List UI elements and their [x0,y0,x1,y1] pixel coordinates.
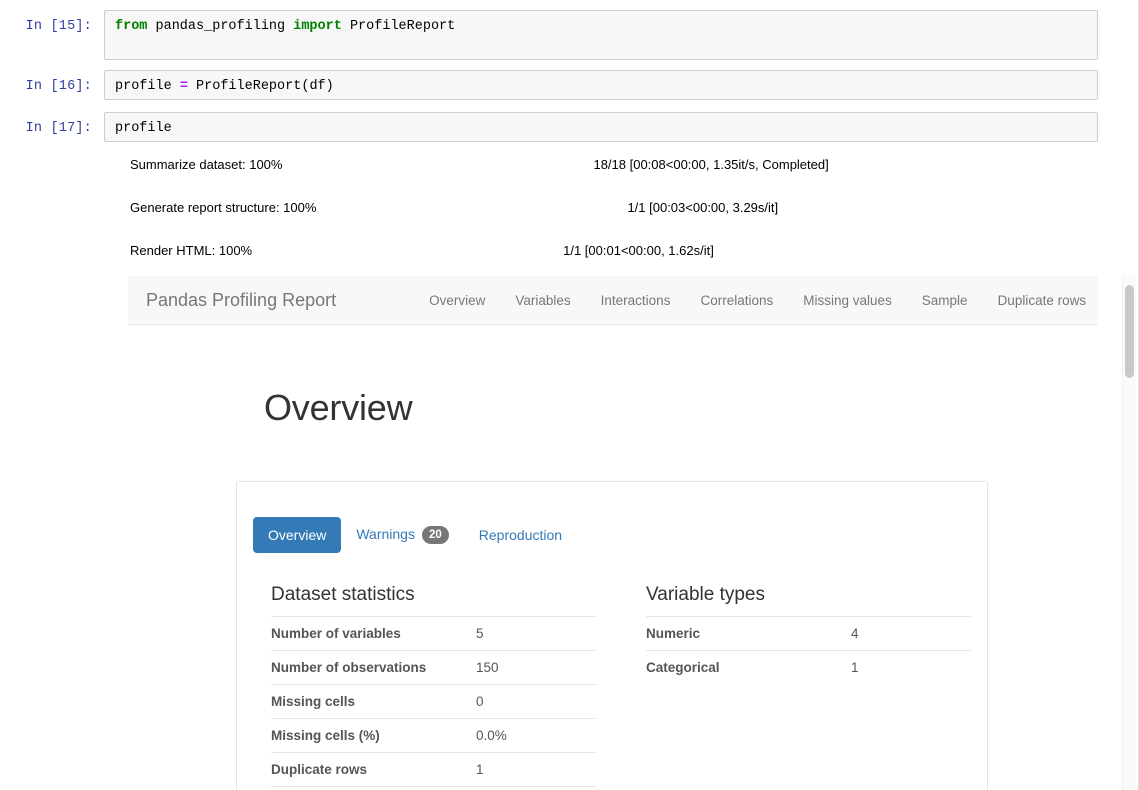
progress-stats-summarize-dataset: 18/18 [00:08<00:00, 1.35it/s, Completed] [593,156,829,172]
progress-row-generate-report-structure: Generate report structure: 100% 1/1 [00:… [130,197,778,217]
code-variable-profile: profile [115,79,180,94]
variable-types-panel: Variable types Numeric 4 Categorical 1 [612,572,987,790]
code-module-name: pandas_profiling [147,19,294,34]
stat-value: 1 [476,762,484,778]
code-call-profilereport: ProfileReport(df) [187,79,334,94]
tab-reproduction-label: Reproduction [478,527,563,544]
report-scrollbar-track[interactable] [1122,276,1136,790]
dataset-statistics-title: Dataset statistics [271,584,415,606]
progress-label-summarize-dataset: Summarize dataset: 100% [130,156,283,172]
table-row: Number of observations 150 [271,650,596,685]
code-editor-16[interactable]: profile = ProfileReport(df) [104,70,1098,100]
notebook-cell-16: In [16]: profile = ProfileReport(df) [0,70,1098,100]
progress-track-generate-report-structure [322,197,621,217]
notebook-cell-15: In [15]: from pandas_profiling import Pr… [0,10,1098,60]
tab-warnings[interactable]: Warnings 20 [341,516,463,554]
nav-link-missing-values[interactable]: Missing values [788,293,907,308]
report-scrollbar-thumb[interactable] [1125,285,1134,378]
table-row: Categorical 1 [646,650,971,685]
code-imported-name: ProfileReport [341,19,456,34]
progress-track-render-html [258,240,557,260]
page-title: Overview [264,387,413,428]
table-row: Missing cells 0 [271,684,596,719]
cell-prompt-17: In [17]: [25,121,92,136]
progress-row-summarize-dataset: Summarize dataset: 100% 18/18 [00:08<00:… [130,154,829,174]
progress-stats-generate-report-structure: 1/1 [00:03<00:00, 3.29s/it] [627,199,779,215]
progress-track-summarize-dataset [288,154,587,174]
code-editor-17[interactable]: profile [104,112,1098,142]
vartype-key: Categorical [646,660,720,676]
notebook-page: In [15]: from pandas_profiling import Pr… [0,0,1139,790]
nav-link-variables[interactable]: Variables [500,293,585,308]
table-row: Duplicate rows 1 [271,752,596,787]
code-editor-15[interactable]: from pandas_profiling import ProfileRepo… [104,10,1098,60]
nav-link-interactions[interactable]: Interactions [586,293,686,308]
stat-value: 150 [476,660,499,676]
nav-link-duplicate-rows[interactable]: Duplicate rows [983,293,1098,308]
report-navbar: Pandas Profiling Report Overview Variabl… [128,276,1098,325]
dataset-statistics-panel: Dataset statistics Number of variables 5… [237,572,612,790]
code-keyword-import: import [293,19,342,34]
nav-link-sample[interactable]: Sample [907,293,983,308]
stat-value: 0.0% [476,728,507,744]
overview-tablist: Overview Warnings 20 Reproduction [237,516,987,554]
variable-types-title: Variable types [646,584,765,606]
progress-label-generate-report-structure: Generate report structure: 100% [130,199,317,215]
table-row: Numeric 4 [646,616,971,651]
tab-overview-label: Overview [268,527,327,544]
stat-key: Missing cells [271,694,356,710]
table-row: Number of variables 5 [271,616,596,651]
stat-key: Number of observations [271,660,427,676]
warnings-count-badge: 20 [421,526,449,545]
vartype-value: 1 [851,660,859,676]
progress-label-render-html: Render HTML: 100% [130,242,253,258]
code-operator-assign: = [179,79,188,94]
report-body: Overview Overview Warnings 20 Reproductio… [128,387,1098,790]
code-expression: profile [115,121,172,136]
stat-value: 0 [476,694,484,710]
vartype-key: Numeric [646,626,701,642]
progress-stats-render-html: 1/1 [00:01<00:00, 1.62s/it] [563,242,714,258]
nav-link-overview[interactable]: Overview [414,293,500,308]
tab-warnings-label: Warnings [356,526,415,542]
progress-row-render-html: Render HTML: 100% 1/1 [00:01<00:00, 1.62… [130,240,714,260]
vartype-value: 4 [851,626,859,642]
table-row: Missing cells (%) 0.0% [271,718,596,753]
tab-reproduction[interactable]: Reproduction [464,517,577,553]
overview-panels: Dataset statistics Number of variables 5… [237,554,987,790]
variable-types-table: Numeric 4 Categorical 1 [646,616,971,684]
overview-card: Overview Warnings 20 Reproduction Dataset… [236,481,988,790]
dataset-statistics-table: Number of variables 5 Number of observat… [271,616,596,790]
report-brand-title: Pandas Profiling Report [146,289,337,310]
stat-key: Duplicate rows [271,762,368,778]
cell-prompt-16: In [16]: [25,79,92,94]
report-nav-links: Overview Variables Interactions Correlat… [414,293,1098,308]
cell-prompt-15: In [15]: [25,19,92,34]
nav-link-correlations[interactable]: Correlations [685,293,788,308]
code-keyword-from: from [115,19,148,34]
stat-key: Number of variables [271,626,401,642]
stat-key: Missing cells (%) [271,728,380,744]
tab-overview[interactable]: Overview [253,517,342,554]
stat-value: 5 [476,626,484,642]
notebook-cell-17: In [17]: profile [0,112,1098,142]
profiling-report-iframe: Pandas Profiling Report Overview Variabl… [128,276,1098,790]
